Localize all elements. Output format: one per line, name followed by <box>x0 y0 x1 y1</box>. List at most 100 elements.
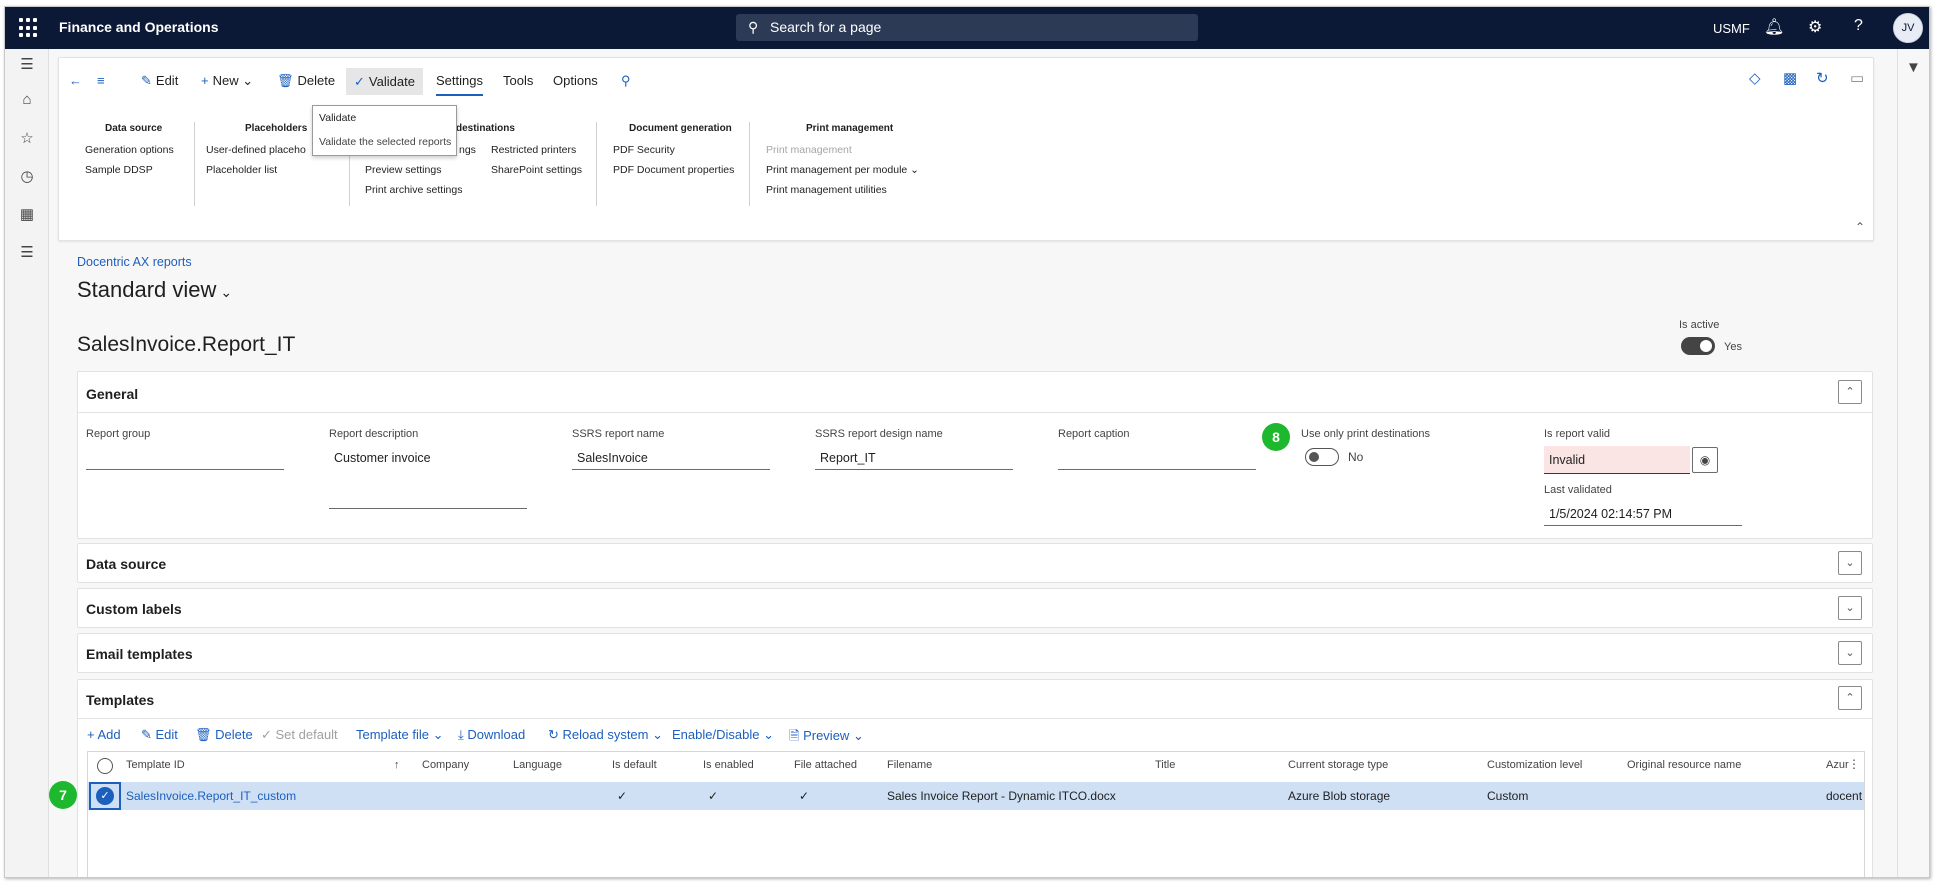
enable-disable-menu[interactable]: Enable/Disable ⌄ <box>672 727 774 743</box>
filter-icon[interactable]: ▼ <box>1906 59 1921 76</box>
placeholder-list-button[interactable]: Placeholder list <box>206 164 277 176</box>
tab-options[interactable]: Options <box>553 70 598 92</box>
print-settings-button[interactable]: ngs <box>459 144 476 156</box>
is-active-toggle[interactable] <box>1681 337 1715 355</box>
chevron-down-icon: ⌄ <box>652 727 664 742</box>
template-file-menu[interactable]: Template file ⌄ <box>356 727 444 743</box>
ssrs-report-design-name-field[interactable]: Report_IT <box>815 446 1013 470</box>
expand-data-source-icon[interactable]: ⌄ <box>1838 551 1862 575</box>
column-header-file-attached[interactable]: File attached <box>794 759 857 771</box>
validate-button[interactable]: ✓ Validate <box>346 68 423 95</box>
refresh-icon[interactable]: ↻ <box>1816 69 1829 87</box>
pdf-security-button[interactable]: PDF Security <box>613 144 675 156</box>
list-toggle-icon[interactable]: ≡ <box>97 70 105 92</box>
expand-email-templates-icon[interactable]: ⌄ <box>1838 641 1862 665</box>
tab-settings[interactable]: Settings <box>436 70 483 96</box>
column-header-language[interactable]: Language <box>513 759 562 771</box>
clock-icon[interactable]: ◷ <box>17 167 37 185</box>
sample-ddsp-button[interactable]: Sample DDSP <box>85 164 153 176</box>
view-selector[interactable]: Standard view ⌄ <box>77 277 232 303</box>
table-row[interactable]: ✓ SalesInvoice.Report_IT_custom ✓ ✓ ✓ Sa… <box>88 782 1864 810</box>
column-header-storage-type[interactable]: Current storage type <box>1288 759 1388 771</box>
collapse-general-icon[interactable]: ⌃ <box>1838 380 1862 404</box>
column-header-azure[interactable]: Azur <box>1826 759 1849 771</box>
select-all-checkbox[interactable] <box>97 758 113 774</box>
print-management-per-module-button[interactable]: Print management per module ⌄ <box>766 164 919 176</box>
report-description-field[interactable]: Customer invoice <box>329 446 527 470</box>
preview-menu[interactable]: 🗎︎ Preview ⌄ <box>789 727 864 749</box>
column-header-company[interactable]: Company <box>422 759 469 771</box>
delete-button[interactable]: 🗑︎ Delete <box>277 70 335 92</box>
collapse-action-pane-icon[interactable]: ⌃ <box>1855 220 1865 234</box>
gear-icon[interactable]: ⚙ <box>1808 17 1822 37</box>
storage-type-cell: Azure Blob storage <box>1288 789 1391 803</box>
custom-labels-fasttab[interactable]: Custom labels ⌄ <box>77 588 1873 628</box>
preview-settings-button[interactable]: Preview settings <box>365 164 441 176</box>
column-header-original-resource-name[interactable]: Original resource name <box>1627 759 1741 771</box>
column-header-is-default[interactable]: Is default <box>612 759 657 771</box>
add-template-button[interactable]: + Add <box>87 727 121 742</box>
hamburger-icon[interactable]: ☰ <box>17 55 37 73</box>
office-icon[interactable]: ▩ <box>1783 69 1797 87</box>
report-group-field[interactable] <box>86 446 284 470</box>
app-launcher-icon[interactable] <box>19 18 39 38</box>
open-new-window-icon[interactable]: ▭ <box>1850 69 1864 87</box>
row-checkbox-checked[interactable]: ✓ <box>96 787 114 805</box>
delete-template-button[interactable]: 🗑︎ Delete <box>195 727 253 743</box>
custom-labels-header[interactable]: Custom labels <box>86 601 182 617</box>
column-header-template-id[interactable]: Template ID <box>126 759 185 771</box>
avatar[interactable]: JV <box>1893 13 1923 43</box>
report-caption-field[interactable] <box>1058 446 1256 470</box>
general-fasttab: General ⌃ Report group Report descriptio… <box>77 371 1873 539</box>
print-archive-settings-button[interactable]: Print archive settings <box>365 184 462 196</box>
template-id-link[interactable]: SalesInvoice.Report_IT_custom <box>126 789 296 803</box>
user-defined-placeholders-button[interactable]: User-defined placeho <box>206 144 306 156</box>
menu-item-validate[interactable]: Validate <box>313 112 456 124</box>
chevron-down-icon: ⌄ <box>763 727 774 742</box>
company-picker[interactable]: USMF <box>1713 21 1750 36</box>
data-source-fasttab[interactable]: Data source ⌄ <box>77 543 1873 583</box>
download-button[interactable]: ⤓ Download <box>458 727 525 743</box>
tab-tools[interactable]: Tools <box>503 70 533 92</box>
workspaces-icon[interactable]: ▦ <box>17 205 37 223</box>
column-header-is-enabled[interactable]: Is enabled <box>703 759 754 771</box>
column-options-icon[interactable]: ⋮ <box>1848 757 1860 771</box>
reload-system-menu[interactable]: ↻ Reload system ⌄ <box>548 727 663 743</box>
pdf-document-properties-button[interactable]: PDF Document properties <box>613 164 734 176</box>
new-button[interactable]: + New ⌄ <box>201 70 253 92</box>
restricted-printers-button[interactable]: Restricted printers <box>491 144 576 156</box>
eye-icon[interactable]: ◉ <box>1692 447 1718 473</box>
data-source-header[interactable]: Data source <box>86 556 166 572</box>
column-header-customization-level[interactable]: Customization level <box>1487 759 1582 771</box>
collapse-templates-icon[interactable]: ⌃ <box>1838 686 1862 710</box>
expand-custom-labels-icon[interactable]: ⌄ <box>1838 596 1862 620</box>
print-management-utilities-button[interactable]: Print management utilities <box>766 184 887 196</box>
column-header-filename[interactable]: Filename <box>887 759 932 771</box>
edit-template-button[interactable]: ✎ Edit <box>141 727 178 743</box>
sharepoint-settings-button[interactable]: SharePoint settings <box>491 164 582 176</box>
diamond-icon[interactable]: ◇ <box>1749 69 1761 87</box>
is-active-label: Is active <box>1679 319 1720 331</box>
home-icon[interactable]: ⌂ <box>17 91 37 108</box>
modules-list-icon[interactable]: ☰ <box>17 243 37 261</box>
email-templates-fasttab[interactable]: Email templates ⌄ <box>77 633 1873 673</box>
chevron-down-icon: ⌄ <box>910 164 919 176</box>
general-header[interactable]: General <box>86 386 138 402</box>
back-arrow-icon[interactable]: ← <box>69 70 82 92</box>
search-input[interactable]: ⚲ Search for a page <box>736 14 1198 41</box>
email-templates-header[interactable]: Email templates <box>86 646 193 662</box>
column-header-title[interactable]: Title <box>1155 759 1175 771</box>
app-title[interactable]: Finance and Operations <box>59 19 218 35</box>
star-icon[interactable]: ☆ <box>17 129 37 147</box>
ssrs-report-name-field[interactable]: SalesInvoice <box>572 446 770 470</box>
help-icon[interactable]: ? <box>1854 17 1863 35</box>
edit-button[interactable]: ✎ Edit <box>141 70 178 92</box>
top-bar: Finance and Operations ⚲ Search for a pa… <box>5 7 1929 49</box>
action-search-icon[interactable]: ⚲ <box>621 70 631 92</box>
use-only-print-destinations-toggle[interactable] <box>1305 448 1339 466</box>
breadcrumb[interactable]: Docentric AX reports <box>77 255 192 269</box>
generation-options-button[interactable]: Generation options <box>85 144 174 156</box>
menu-item-validate-selected[interactable]: Validate the selected reports <box>313 136 456 148</box>
templates-header[interactable]: Templates <box>86 692 154 708</box>
bell-icon[interactable]: 🔔︎ <box>1764 17 1784 37</box>
